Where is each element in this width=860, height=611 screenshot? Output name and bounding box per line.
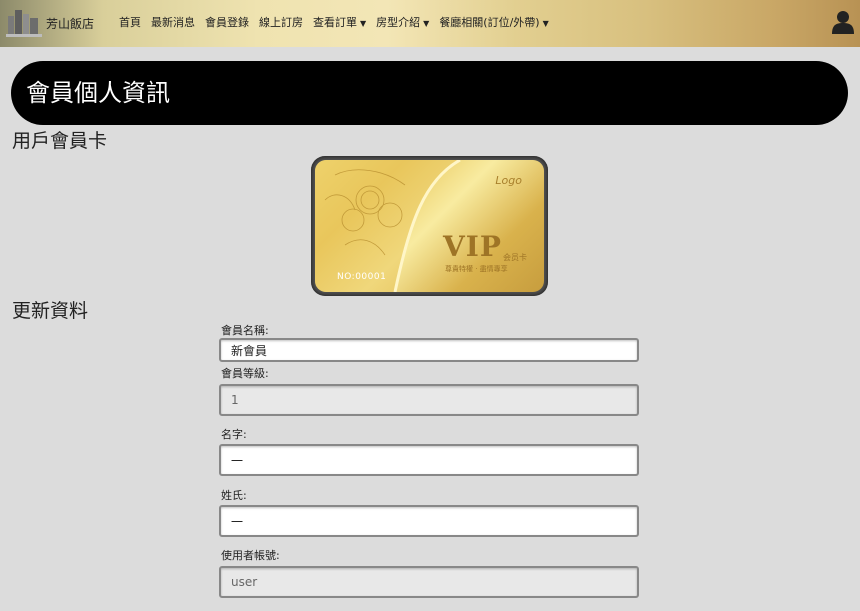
nav-news[interactable]: 最新消息	[146, 14, 200, 30]
nav-room-types[interactable]: 房型介紹 ▼	[371, 14, 434, 30]
page-title: 會員個人資訊	[11, 61, 848, 125]
brand-name: 芳山飯店	[46, 16, 95, 31]
member-name-label: 會員名稱:	[221, 324, 269, 337]
member-name-input[interactable]: 新會員	[219, 338, 639, 362]
card-slogan: 尊貴特權 · 盡情專享	[445, 265, 508, 273]
first-name-input[interactable]: 一	[219, 444, 639, 476]
caret-down-icon: ▼	[360, 18, 367, 28]
first-name-label: 名字:	[221, 428, 247, 441]
last-name-input[interactable]: 一	[219, 505, 639, 537]
caret-down-icon: ▼	[542, 18, 549, 28]
vip-card-face: Logo VIP 会员卡 尊貴特權 · 盡情專享 NO:00001	[315, 160, 544, 292]
nav-online-booking[interactable]: 線上訂房	[254, 14, 308, 30]
card-vip-text: VIP	[443, 230, 502, 263]
main-nav: 首頁 最新消息 會員登錄 線上訂房 查看訂單 ▼ 房型介紹 ▼ 餐廳相關(訂位/外帶…	[114, 14, 554, 30]
top-navbar: 芳山飯店 首頁 最新消息 會員登錄 線上訂房 查看訂單 ▼ 房型介紹 ▼ 餐廳相關(…	[0, 0, 860, 47]
username-label: 使用者帳號:	[221, 549, 280, 562]
hotel-logo-icon	[6, 10, 42, 37]
brand[interactable]: 芳山飯店	[6, 4, 94, 42]
card-section-title: 用戶會員卡	[12, 130, 108, 152]
form-section-title: 更新資料	[12, 300, 89, 322]
card-vip-subtitle: 会员卡	[503, 253, 527, 262]
member-level-input[interactable]: 1	[219, 384, 639, 416]
nav-home[interactable]: 首頁	[114, 14, 146, 30]
caret-down-icon: ▼	[423, 18, 430, 28]
member-level-label: 會員等級:	[221, 367, 269, 380]
username-input[interactable]: user	[219, 566, 639, 598]
card-number: NO:00001	[337, 272, 387, 282]
nav-view-orders[interactable]: 查看訂單 ▼	[308, 14, 371, 30]
nav-member-login[interactable]: 會員登錄	[200, 14, 254, 30]
nav-restaurant[interactable]: 餐廳相關(訂位/外帶) ▼	[434, 14, 553, 30]
vip-member-card: Logo VIP 会员卡 尊貴特權 · 盡情專享 NO:00001	[311, 156, 548, 296]
last-name-label: 姓氏:	[221, 489, 247, 502]
card-logo: Logo	[495, 174, 522, 187]
user-icon[interactable]	[832, 10, 854, 34]
